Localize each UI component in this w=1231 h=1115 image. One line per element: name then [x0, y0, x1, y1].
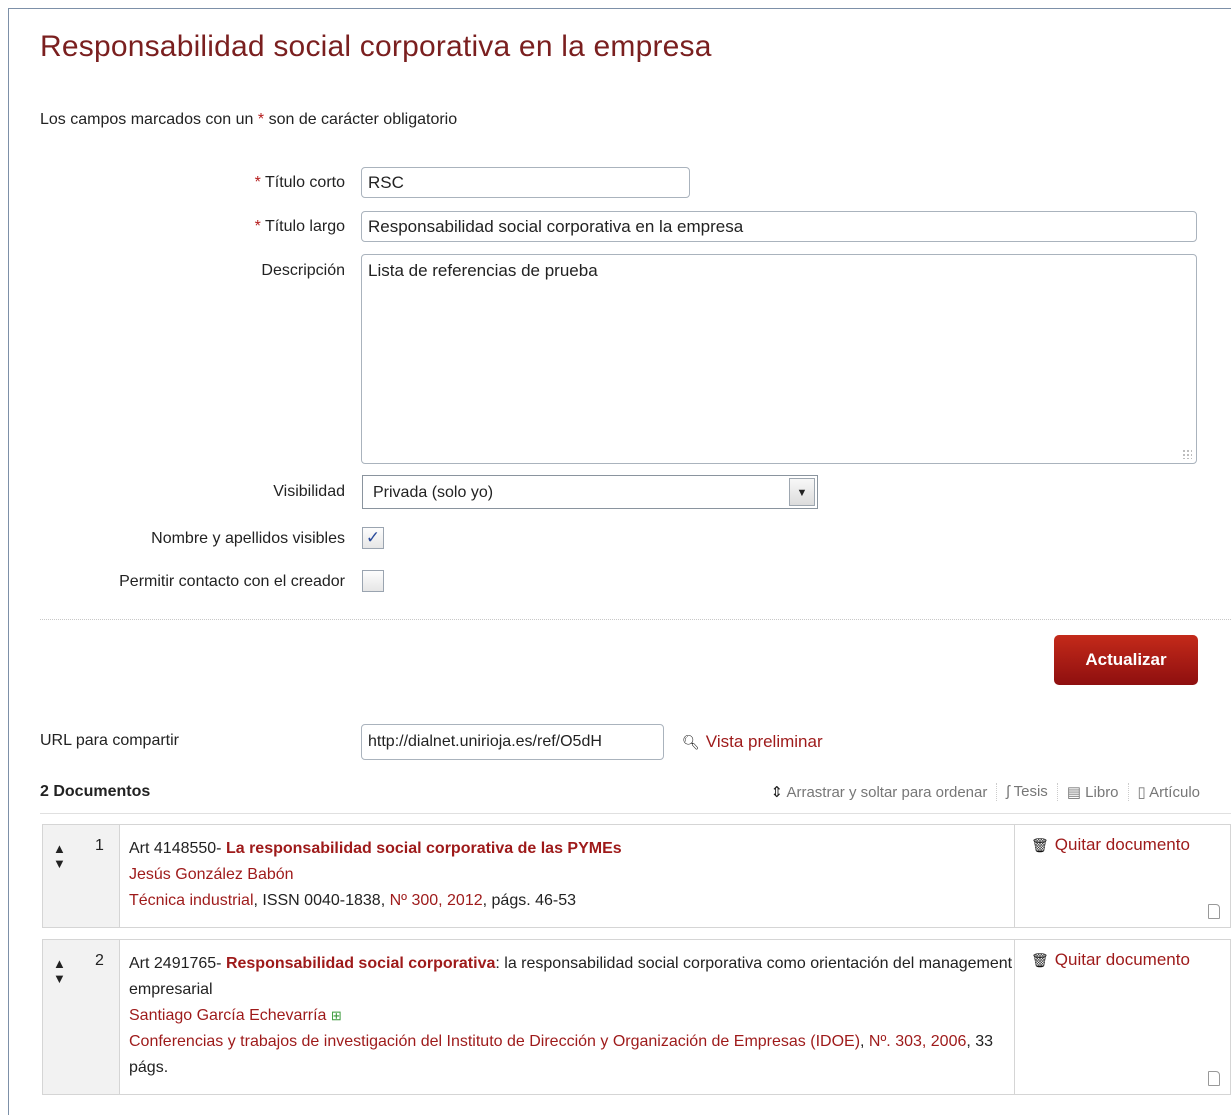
form-divider [40, 619, 1231, 620]
document-citation: Art 2491765- Responsabilidad social corp… [129, 955, 1013, 1076]
article-icon: ▯ [1137, 784, 1146, 801]
share-url-label: URL para compartir [40, 732, 180, 749]
document-issue-link[interactable]: Nº 300, 2012 [390, 892, 483, 909]
document-number: 1 [95, 837, 104, 854]
document-issue-link[interactable]: Nº. 303, 2006 [869, 1033, 966, 1050]
permitir-contacto-label: Permitir contacto con el creador [119, 573, 345, 590]
visibilidad-select[interactable]: Privada (solo yo) ▼ [362, 475, 818, 509]
descripcion-text: Lista de referencias de prueba [368, 261, 598, 280]
remove-document-button[interactable]: 🗑︎ Quitar documento [1031, 950, 1190, 970]
document-item[interactable]: ▲ ▼ 2 Art 2491765- Responsabilidad social… [42, 939, 1231, 1095]
documents-count: 2 Documentos [40, 783, 151, 800]
drag-handle[interactable]: ▲ ▼ 1 [43, 825, 120, 927]
titulo-corto-input[interactable]: RSC [361, 167, 690, 198]
document-title-link[interactable]: Responsabilidad social corporativa [226, 955, 495, 972]
document-author-link[interactable]: Jesús González Babón [129, 862, 1030, 888]
article-type-icon [1208, 904, 1220, 919]
drag-handle[interactable]: ▲ ▼ 2 [43, 940, 120, 1094]
dropdown-arrow-icon[interactable]: ▼ [789, 478, 815, 506]
visibilidad-label: Visibilidad [273, 483, 345, 500]
document-source-link[interactable]: Técnica industrial [129, 892, 254, 909]
titulo-corto-label: * Título corto [254, 174, 345, 191]
visibilidad-value: Privada (solo yo) [373, 484, 494, 501]
drag-arrows-icon: ▲ ▼ [53, 956, 66, 986]
document-title-link[interactable]: La responsabilidad social corporativa de… [226, 840, 622, 857]
document-author-link[interactable]: Santiago García Echevarría [129, 1007, 326, 1024]
titulo-largo-label: * Título largo [254, 218, 345, 235]
filter-libro[interactable]: ▤ Libro [1056, 783, 1128, 801]
tesis-icon: ʃ [1006, 783, 1010, 800]
drag-arrows-icon: ▲ ▼ [53, 841, 66, 871]
document-item[interactable]: ▲ ▼ 1 Art 4148550- La responsabilidad soc… [42, 824, 1231, 928]
descripcion-label: Descripción [261, 262, 345, 279]
document-citation: Art 4148550- La responsabilidad social c… [129, 836, 1030, 914]
book-icon: ▤ [1066, 784, 1081, 801]
trash-icon: 🗑︎ [1031, 952, 1049, 968]
document-actions: 🗑︎ Quitar documento [1014, 825, 1230, 927]
sort-hint: ⇕ Arrastrar y soltar para ordenar [770, 784, 988, 801]
filter-tesis[interactable]: ʃ Tesis [996, 783, 1056, 801]
document-number: 2 [95, 952, 104, 969]
remove-document-button[interactable]: 🗑︎ Quitar documento [1031, 835, 1190, 855]
sort-arrows-icon: ⇕ [770, 784, 784, 801]
document-actions: 🗑︎ Quitar documento [1014, 940, 1230, 1094]
documents-rule [40, 813, 1231, 814]
nombre-visible-checkbox[interactable]: ✓ [362, 527, 384, 549]
group-icon[interactable]: ⊞ [331, 1008, 342, 1023]
article-type-icon [1208, 1071, 1220, 1086]
trash-icon: 🗑︎ [1031, 837, 1049, 853]
descripcion-textarea[interactable]: Lista de referencias de prueba [361, 254, 1197, 464]
vista-preliminar-link[interactable]: 🔍︎ Vista preliminar [682, 732, 823, 752]
search-icon: 🔍︎ [682, 734, 700, 750]
actualizar-button[interactable]: Actualizar [1054, 635, 1198, 685]
document-ref: Art 4148550- [129, 840, 226, 857]
page-title: Responsabilidad social corporativa en la… [40, 30, 712, 63]
document-source-link[interactable]: Conferencias y trabajos de investigación… [129, 1033, 860, 1050]
documents-toolbar: ⇕ Arrastrar y soltar para ordenar ʃ Tesi… [762, 783, 1209, 801]
nombre-visible-label: Nombre y apellidos visibles [151, 530, 345, 547]
titulo-largo-input[interactable]: Responsabilidad social corporativa en la… [361, 211, 1197, 242]
resize-grip-icon[interactable] [1182, 449, 1192, 459]
filter-articulo[interactable]: ▯ Artículo [1127, 783, 1209, 801]
share-url-input[interactable]: http://dialnet.unirioja.es/ref/O5dH [361, 724, 664, 760]
permitir-contacto-checkbox[interactable] [362, 570, 384, 592]
required-note: Los campos marcados con un * son de cará… [40, 111, 458, 128]
document-ref: Art 2491765- [129, 955, 226, 972]
